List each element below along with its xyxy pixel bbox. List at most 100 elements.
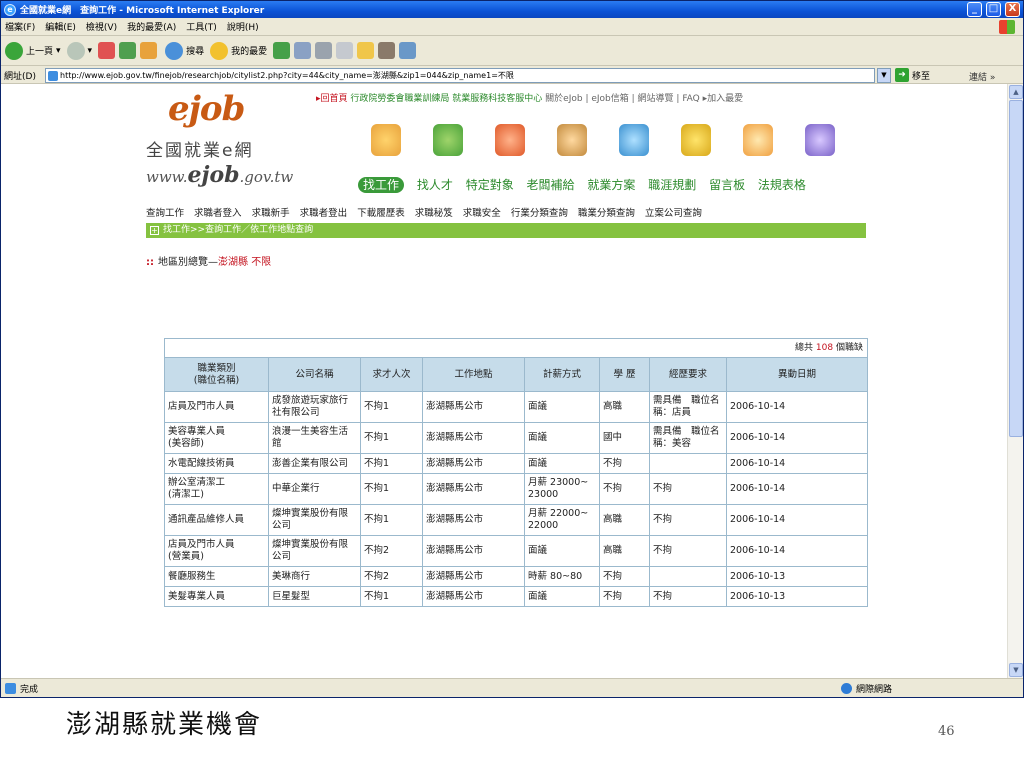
nav-career[interactable]: 職涯規劃 [648,178,696,192]
home-icon[interactable] [140,42,158,59]
table-cell[interactable]: 巨星髮型 [268,586,361,607]
table-cell: 2006-10-14 [726,473,868,505]
subnav-item[interactable]: 行業分類查詢 [511,208,568,219]
table-cell[interactable]: 餐廳服務生 [164,566,269,587]
subnav-item[interactable]: 下載履歷表 [357,208,405,219]
ejob-logo[interactable]: ejob [168,92,278,128]
address-dropdown-icon[interactable]: ▼ [877,68,891,83]
org-link[interactable]: 行政院勞委會職業訓練局 就業服務科技客服中心 [350,94,542,104]
links-button[interactable]: 連結 » [969,70,995,83]
table-cell[interactable]: 通訊產品維修人員 [164,504,269,536]
table-cell[interactable]: 美琳商行 [268,566,361,587]
breadcrumb-text[interactable]: 找工作>>查詢工作／依工作地點查詢 [163,225,313,235]
back-button[interactable]: 上一頁 ▾ [5,41,61,60]
job-seek-icon[interactable] [371,124,401,156]
regulation-icon[interactable] [805,124,835,156]
subnav-item[interactable]: 立案公司查詢 [645,208,702,219]
subnav-item[interactable]: 求職者登入 [194,208,242,219]
logo-url: www.ejob.gov.tw [146,162,294,188]
title-bar[interactable]: e 全國就業e網 查詢工作 - Microsoft Internet Explo… [1,1,1023,18]
vertical-scrollbar[interactable]: ▲ ▼ [1007,84,1023,678]
table-row[interactable]: 餐廳服務生 美琳商行 不拘2 澎湖縣馬公市 時薪 80~80 不拘 2006-10-13 [164,566,868,587]
table-cell[interactable]: 燦坤實業股份有限公司 [268,535,361,567]
table-cell[interactable]: 水電配線技術員 [164,453,269,474]
table-cell: 不拘 [649,535,727,567]
table-row[interactable]: 通訊產品維修人員 燦坤實業股份有限公司 不拘1 澎湖縣馬公市 月薪 22000~ 220… [164,504,868,536]
maximize-button[interactable]: □ [986,2,1001,17]
table-cell[interactable]: 成發旅遊玩家旅行社有限公司 [268,391,361,423]
table-cell[interactable]: 辦公室清潔工 (清潔工) [164,473,269,505]
table-row[interactable]: 美容專業人員 (美容師) 浪漫一生美容生活館 不拘1 澎湖縣馬公市 面議 國中 需具備 職位… [164,422,868,454]
table-cell[interactable]: 美容專業人員 (美容師) [164,422,269,454]
table-cell: 2006-10-14 [726,504,868,536]
faq-link[interactable]: FAQ [682,94,699,104]
go-button[interactable]: ➜ 移至 [895,68,930,82]
mail-icon[interactable] [294,42,312,59]
home-link[interactable]: ▸回首頁 [316,94,348,104]
nav-employer[interactable]: 老闆補給 [527,178,575,192]
sitemap-link[interactable]: 網站導覽 [638,94,674,104]
subnav-item[interactable]: 職業分類查詢 [578,208,635,219]
scroll-thumb[interactable] [1009,100,1023,437]
nav-program[interactable]: 就業方案 [587,178,635,192]
table-header: 職業類別 (職位名稱) 公司名稱 求才人次 工作地點 計薪方式 學 歷 經歷要求… [164,357,868,392]
messenger-icon[interactable] [399,42,417,59]
address-input[interactable]: http://www.ejob.gov.tw/finejob/researchj… [45,68,875,83]
employer-icon[interactable] [557,124,587,156]
table-cell: 月薪 23000~ 23000 [524,473,600,505]
research-icon[interactable] [378,42,396,59]
add-favorite-link[interactable]: ▸加入最愛 [703,94,744,104]
subnav-item[interactable]: 求職安全 [463,208,501,219]
nav-board[interactable]: 留言板 [709,178,745,192]
expand-icon[interactable]: + [150,226,159,235]
menu-view[interactable]: 檢視(V) [86,20,117,33]
talent-search-icon[interactable] [433,124,463,156]
nav-find-job[interactable]: 找工作 [358,177,405,193]
menu-favorites[interactable]: 我的最愛(A) [127,20,176,33]
folder-icon[interactable] [357,42,375,59]
nav-regulation[interactable]: 法規表格 [758,178,806,192]
table-row[interactable]: 水電配線技術員 澎善企業有限公司 不拘1 澎湖縣馬公市 面議 不拘 2006-10-14 [164,453,868,474]
program-icon[interactable] [619,124,649,156]
refresh-icon[interactable] [119,42,137,59]
scroll-up-icon[interactable]: ▲ [1009,85,1023,99]
table-row[interactable]: 美髮專業人員 巨星髮型 不拘1 澎湖縣馬公市 面議 不拘 不拘 2006-10-13 [164,586,868,607]
table-row[interactable]: 辦公室清潔工 (清潔工) 中華企業行 不拘1 澎湖縣馬公市 月薪 23000~ 2300… [164,473,868,505]
message-board-icon[interactable] [743,124,773,156]
table-cell[interactable]: 浪漫一生美容生活館 [268,422,361,454]
close-button[interactable]: X [1005,2,1020,17]
job-table: 總共 108 個職缺 職業類別 (職位名稱) 公司名稱 求才人次 工作地點 計薪… [164,338,868,607]
history-icon[interactable] [273,42,291,59]
subnav-item[interactable]: 求職秘笈 [415,208,453,219]
table-cell[interactable]: 美髮專業人員 [164,586,269,607]
menu-tools[interactable]: 工具(T) [186,20,217,33]
menu-file[interactable]: 檔案(F) [5,20,35,33]
forward-button[interactable]: ▾ [66,41,92,60]
scroll-down-icon[interactable]: ▼ [1009,663,1023,677]
subnav-item[interactable]: 查詢工作 [146,208,184,219]
table-row[interactable]: 店員及門市人員 (營業員) 燦坤實業股份有限公司 不拘2 澎湖縣馬公市 面議 高職 不拘 20… [164,535,868,567]
stop-icon[interactable] [98,42,116,59]
print-icon[interactable] [315,42,333,59]
table-cell[interactable]: 店員及門市人員 (營業員) [164,535,269,567]
mailbox-link[interactable]: eJob信箱 [591,94,628,104]
favorites-button[interactable]: 我的最愛 [210,41,267,60]
nav-special[interactable]: 特定對象 [466,178,514,192]
menu-help[interactable]: 說明(H) [227,20,259,33]
subnav-item[interactable]: 求職者登出 [300,208,348,219]
table-cell[interactable]: 燦坤實業股份有限公司 [268,504,361,536]
edit-icon[interactable] [336,42,354,59]
special-group-icon[interactable] [495,124,525,156]
table-cell[interactable]: 店員及門市人員 [164,391,269,423]
search-button[interactable]: 搜尋 [165,41,204,60]
table-row[interactable]: 店員及門市人員 成發旅遊玩家旅行社有限公司 不拘1 澎湖縣馬公市 面議 高職 需具備 職位名… [164,391,868,423]
table-cell[interactable]: 中華企業行 [268,473,361,505]
table-cell[interactable]: 澎善企業有限公司 [268,453,361,474]
subnav-item[interactable]: 求職新手 [252,208,290,219]
nav-find-talent[interactable]: 找人才 [417,178,453,192]
about-link[interactable]: 關於eJob [545,94,582,104]
career-icon[interactable] [681,124,711,156]
minimize-button[interactable]: _ [967,2,982,17]
menu-edit[interactable]: 編輯(E) [45,20,76,33]
table-cell: 不拘1 [360,586,423,607]
